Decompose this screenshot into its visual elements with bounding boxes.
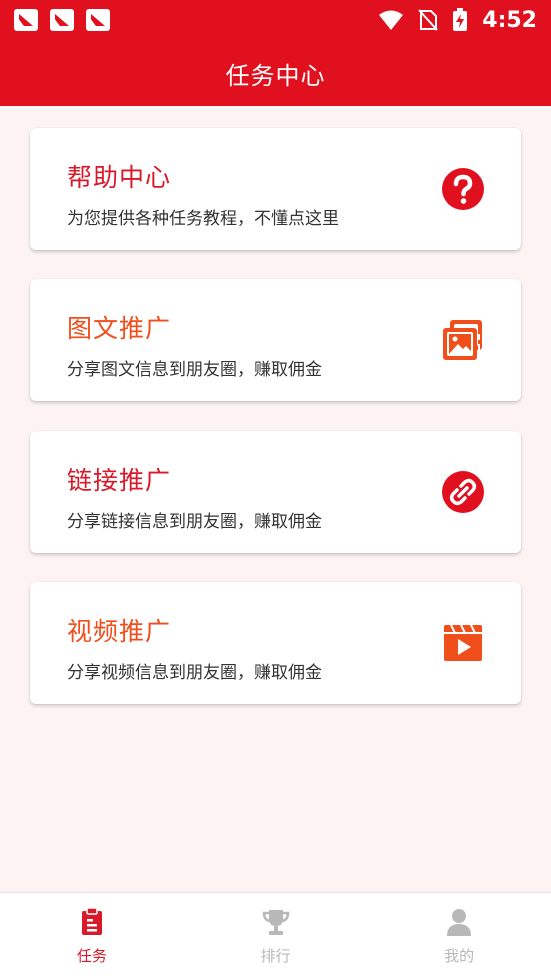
link-icon [442,471,484,513]
tab-ranking[interactable]: 排行 [184,893,368,979]
app-notification-icon [14,9,38,31]
trophy-icon [262,910,289,935]
tab-profile[interactable]: 我的 [367,893,551,979]
page-title: 任务中心 [225,61,326,90]
app-notification-icon [86,9,110,31]
status-time: 4:52 [482,7,537,33]
help-center-card[interactable]: 帮助中心 为您提供各种任务教程，不懂点这里 [30,128,521,250]
status-bar: 4:52 [0,0,551,40]
video-promotion-card[interactable]: 视频推广 分享视频信息到朋友圈，赚取佣金 [30,582,521,704]
battery-charging-icon [453,8,468,31]
task-list: 帮助中心 为您提供各种任务教程，不懂点这里 图文推广 分享图文信息到朋友圈，赚取… [0,106,551,892]
clipboard-icon [81,907,102,935]
bottom-tab-bar: 任务 排行 我的 [0,892,551,979]
help-circle-icon [442,168,484,210]
card-subtitle: 分享图文信息到朋友圈，赚取佣金 [67,360,322,380]
video-icon [444,624,482,661]
link-promotion-card[interactable]: 链接推广 分享链接信息到朋友圈，赚取佣金 [30,431,521,553]
tab-tasks[interactable]: 任务 [0,893,184,979]
image-gallery-icon [443,320,482,360]
no-sim-icon [418,9,439,31]
tab-label: 排行 [260,947,291,965]
notification-icons [14,9,110,31]
app-notification-icon [50,9,74,31]
card-title: 图文推广 [67,314,172,343]
wifi-icon [379,10,404,30]
card-subtitle: 为您提供各种任务教程，不懂点这里 [67,209,339,229]
card-title: 链接推广 [67,466,172,495]
card-title: 视频推广 [67,617,172,646]
card-title: 帮助中心 [67,163,172,192]
card-subtitle: 分享视频信息到朋友圈，赚取佣金 [67,663,322,683]
user-icon [447,909,472,936]
image-promotion-card[interactable]: 图文推广 分享图文信息到朋友圈，赚取佣金 [30,279,521,401]
tab-label: 任务 [76,947,107,965]
tab-label: 我的 [444,947,475,965]
card-subtitle: 分享链接信息到朋友圈，赚取佣金 [67,512,322,532]
app-header: 任务中心 [0,40,551,106]
